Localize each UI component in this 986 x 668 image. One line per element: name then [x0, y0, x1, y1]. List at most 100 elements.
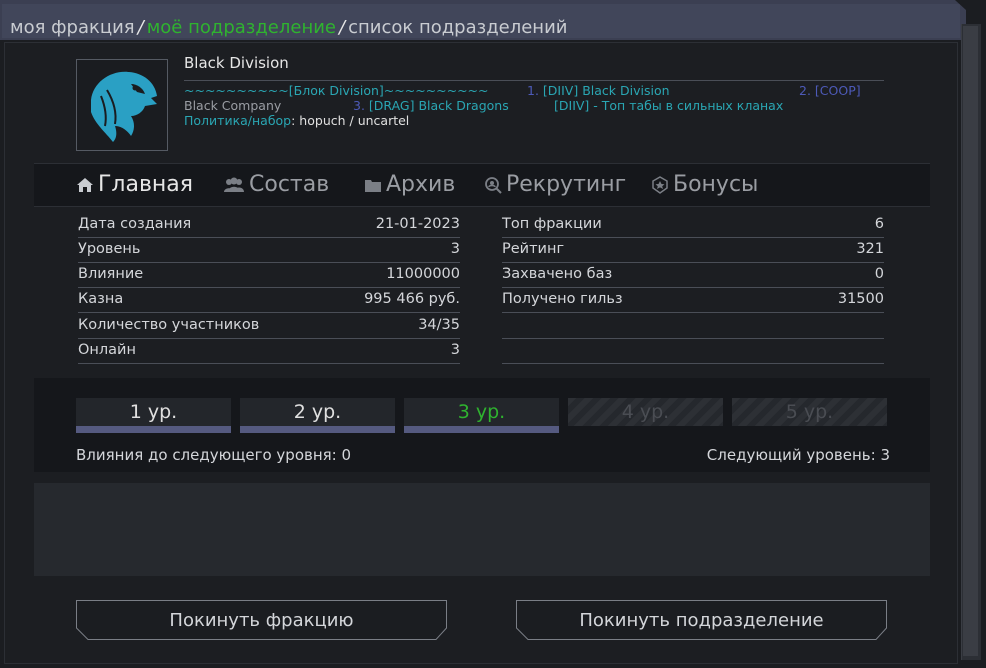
badge-icon	[652, 175, 668, 194]
stat-label: Получено гильз	[502, 291, 623, 307]
breadcrumb-separator: /	[339, 17, 346, 38]
alliance-3[interactable]: 3. [DRAG] Black Dragons	[353, 98, 509, 113]
level-3: 3 ур.	[404, 398, 559, 433]
stat-label: Онлайн	[78, 342, 136, 358]
level-bar	[732, 426, 887, 433]
stat-label: Влияние	[78, 266, 144, 282]
stat-row: Количество участников 34/35	[78, 313, 460, 339]
divider	[184, 80, 884, 81]
clan-logo	[76, 59, 168, 151]
stat-row: Онлайн 3	[78, 338, 460, 364]
leave-division-label: Покинуть подразделение	[579, 610, 824, 631]
bloc-name[interactable]: Блок Division	[294, 83, 379, 98]
stat-value: 34/35	[418, 317, 460, 333]
stat-row: Рейтинг 321	[502, 237, 884, 263]
stat-value: 31500	[837, 291, 884, 307]
level-1: 1 ур.	[76, 398, 231, 433]
stat-row: Влияние 11000000	[78, 262, 460, 288]
level-bar	[240, 426, 395, 433]
alliance-3-name: [DRAG] Black Dragons	[368, 98, 509, 113]
breadcrumb-my-faction[interactable]: моя фракция	[10, 17, 135, 38]
leave-division-button[interactable]: Покинуть подразделение	[516, 600, 887, 640]
clan-name: Black Division	[184, 54, 289, 72]
level-bar	[568, 426, 723, 433]
stat-value: 11000000	[386, 266, 460, 282]
stat-row-empty	[502, 313, 884, 339]
stat-value: 6	[874, 216, 884, 232]
tab-recruiting-label: Рекрутинг	[506, 172, 627, 197]
stat-row: Захвачено баз 0	[502, 262, 884, 288]
stat-label: Уровень	[78, 241, 141, 257]
policy-label: Политика/набор	[184, 113, 292, 128]
tab-bonuses[interactable]: Бонусы	[651, 172, 758, 197]
company-name: Black Company	[184, 98, 282, 113]
level-bar	[404, 426, 559, 433]
stat-row-empty	[502, 338, 884, 364]
breadcrumb-separator: /	[137, 17, 144, 38]
alliance-1-num: 1.	[527, 83, 539, 98]
stat-row: Казна 995 466 руб.	[78, 287, 460, 313]
folder-icon	[365, 179, 381, 192]
faction-window: моя фракция / моё подразделение / список под…	[0, 0, 986, 668]
stat-value: 321	[856, 241, 884, 257]
leave-faction-button[interactable]: Покинуть фракцию	[76, 600, 447, 640]
level-label: 1 ур.	[129, 401, 178, 423]
stat-label: Казна	[78, 291, 124, 307]
stat-value: 3	[450, 241, 460, 257]
users-icon	[224, 177, 244, 192]
scrollbar-thumb[interactable]	[963, 26, 978, 656]
stat-row: Уровень 3	[78, 237, 460, 263]
stat-label: Рейтинг	[502, 241, 565, 257]
level-label: 5 ур.	[785, 401, 834, 423]
alliance-1-name: [DIIV] Black Division	[542, 83, 670, 98]
level-label: 3 ур.	[457, 401, 506, 423]
clan-slogan: [DIIV] - Топ табы в сильных кланах	[554, 98, 784, 113]
policy-line: Политика/набор: hopuch / uncartel	[184, 113, 409, 128]
tab-bonuses-label: Бонусы	[673, 172, 759, 197]
bloc-prefix: ~~~~~~~~~~[	[184, 83, 294, 98]
tab-bar: Главная Состав Архив Рекрутинг Бонусы	[34, 163, 930, 207]
bloc-suffix: ]~~~~~~~~~~	[378, 83, 489, 98]
stat-value: 0	[874, 266, 884, 282]
stat-label: Топ фракции	[502, 216, 602, 232]
stat-value: 3	[450, 342, 460, 358]
breadcrumb-my-division[interactable]: моё подразделение	[147, 17, 336, 38]
alliance-1[interactable]: 1. [DIIV] Black Division	[527, 83, 670, 98]
stat-value: 21-01-2023	[375, 216, 460, 232]
home-icon	[77, 177, 93, 192]
stat-row: Топ фракции 6	[502, 212, 884, 238]
level-2: 2 ур.	[240, 398, 395, 433]
breadcrumb: моя фракция / моё подразделение / список под…	[10, 16, 567, 40]
tab-archive[interactable]: Архив	[364, 172, 455, 197]
level-4: 4 ур.	[568, 398, 723, 433]
policy-value: : hopuch / uncartel	[291, 113, 410, 128]
stat-value: 995 466 руб.	[364, 291, 460, 307]
content-panel	[34, 483, 930, 576]
tab-members-label: Состав	[249, 172, 330, 197]
stat-row: Получено гильз 31500	[502, 287, 884, 313]
tab-main-label: Главная	[98, 172, 194, 197]
bloc-line: ~~~~~~~~~~[Блок Division]~~~~~~~~~~	[184, 83, 489, 98]
tab-members[interactable]: Состав	[223, 172, 329, 197]
alliance-2-name: [COOP]	[814, 83, 861, 98]
level-label: 2 ур.	[293, 401, 342, 423]
stat-label: Захвачено баз	[502, 266, 613, 282]
breadcrumb-division-list[interactable]: список подразделений	[348, 17, 567, 38]
level-bar	[76, 426, 231, 433]
influence-to-next: Влияния до следующего уровня: 0	[76, 446, 352, 464]
alliance-3-num: 3.	[353, 98, 365, 113]
level-5: 5 ур.	[732, 398, 887, 433]
tab-archive-label: Архив	[386, 172, 456, 197]
next-level: Следующий уровень: 3	[706, 446, 890, 464]
eagle-logo-icon	[91, 71, 157, 142]
stat-label: Дата создания	[78, 216, 192, 232]
tab-main[interactable]: Главная	[76, 172, 193, 197]
level-progress-panel: 1 ур. 2 ур. 3 ур. 4 ур. 5 ур. Влияния до…	[34, 378, 930, 472]
search-user-icon	[485, 176, 502, 194]
alliance-2[interactable]: 2. [COOP]	[799, 83, 861, 98]
tab-recruiting[interactable]: Рекрутинг	[484, 172, 626, 197]
stat-label: Количество участников	[78, 317, 260, 333]
stat-row: Дата создания 21-01-2023	[78, 212, 460, 238]
alliance-2-num: 2.	[799, 83, 811, 98]
level-label: 4 ур.	[621, 401, 670, 423]
